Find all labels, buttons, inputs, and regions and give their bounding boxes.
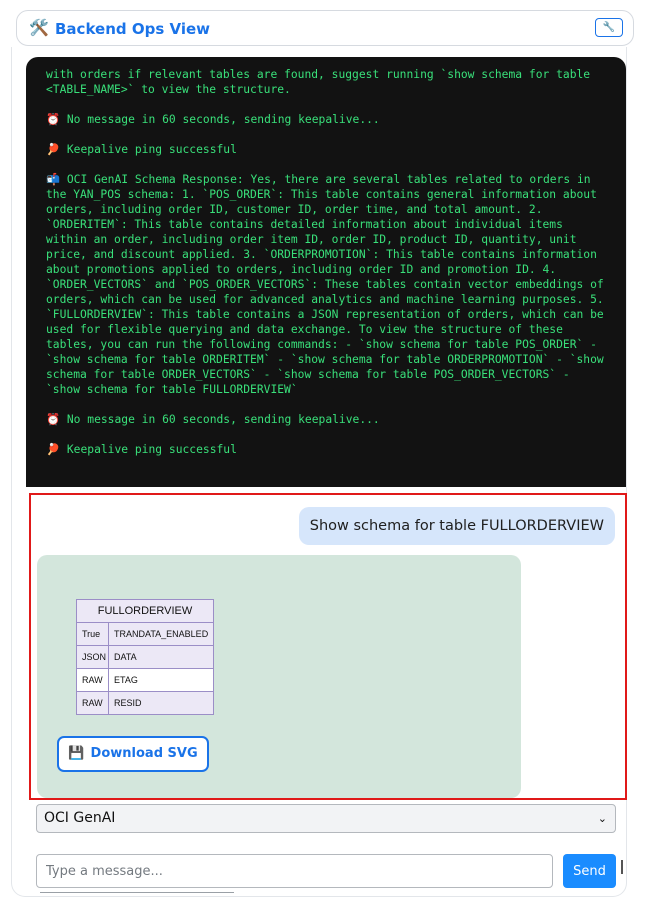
log-message: 🏓 Keepalive ping successful (46, 443, 237, 456)
schema-diagram: FULLORDERVIEW True TRANDATA_ENABLED JSON DA… (76, 599, 214, 715)
log-messages: with orders if relevant tables are found… (46, 67, 608, 457)
divider (40, 892, 234, 893)
model-select-value: OCI GenAI (44, 810, 116, 826)
bot-response-bubble: FULLORDERVIEW True TRANDATA_ENABLED JSON DA… (37, 555, 521, 798)
schema-table-name: FULLORDERVIEW (77, 600, 213, 623)
download-svg-label: Download SVG (90, 746, 198, 761)
settings-button[interactable]: 🔧 (595, 18, 623, 37)
chat-area: Show schema for table FULLORDERVIEW FULL… (29, 493, 627, 800)
schema-row: JSON DATA (77, 646, 213, 669)
send-button[interactable]: Send (563, 854, 616, 888)
wrench-icon: 🔧 (602, 22, 616, 33)
scrollbar-handle[interactable] (621, 860, 623, 874)
schema-column-name: ETAG (114, 675, 138, 685)
schema-column-name: TRANDATA_ENABLED (114, 629, 209, 639)
schema-column-name: DATA (114, 652, 137, 662)
app-header: 🛠️ Backend Ops View 🔧 (16, 10, 634, 46)
chevron-down-icon: ⌄ (597, 812, 607, 825)
tools-icon: 🛠️ (29, 18, 49, 37)
log-message: 📬 OCI GenAI Schema Response: Yes, there … (46, 173, 611, 396)
schema-column-type: RAW (77, 669, 109, 691)
schema-column-type: JSON (77, 646, 109, 668)
log-message: with orders if relevant tables are found… (46, 68, 597, 96)
model-select[interactable]: OCI GenAI ⌄ (36, 804, 616, 833)
page-title: Backend Ops View (55, 20, 210, 38)
schema-row: RAW ETAG (77, 669, 213, 692)
floppy-disk-icon: 💾 (68, 746, 85, 761)
schema-column-name: RESID (114, 698, 142, 708)
download-svg-button[interactable]: 💾 Download SVG (57, 736, 209, 772)
log-terminal[interactable]: with orders if relevant tables are found… (26, 57, 626, 487)
log-message: ⏰ No message in 60 seconds, sending keep… (46, 113, 380, 126)
message-input[interactable] (36, 854, 553, 888)
schema-row: True TRANDATA_ENABLED (77, 623, 213, 646)
log-message: ⏰ No message in 60 seconds, sending keep… (46, 413, 380, 426)
schema-column-type: True (77, 623, 109, 645)
log-message: 🏓 Keepalive ping successful (46, 143, 237, 156)
schema-row: RAW RESID (77, 692, 213, 714)
schema-column-type: RAW (77, 692, 109, 714)
user-message-bubble: Show schema for table FULLORDERVIEW (298, 507, 615, 545)
